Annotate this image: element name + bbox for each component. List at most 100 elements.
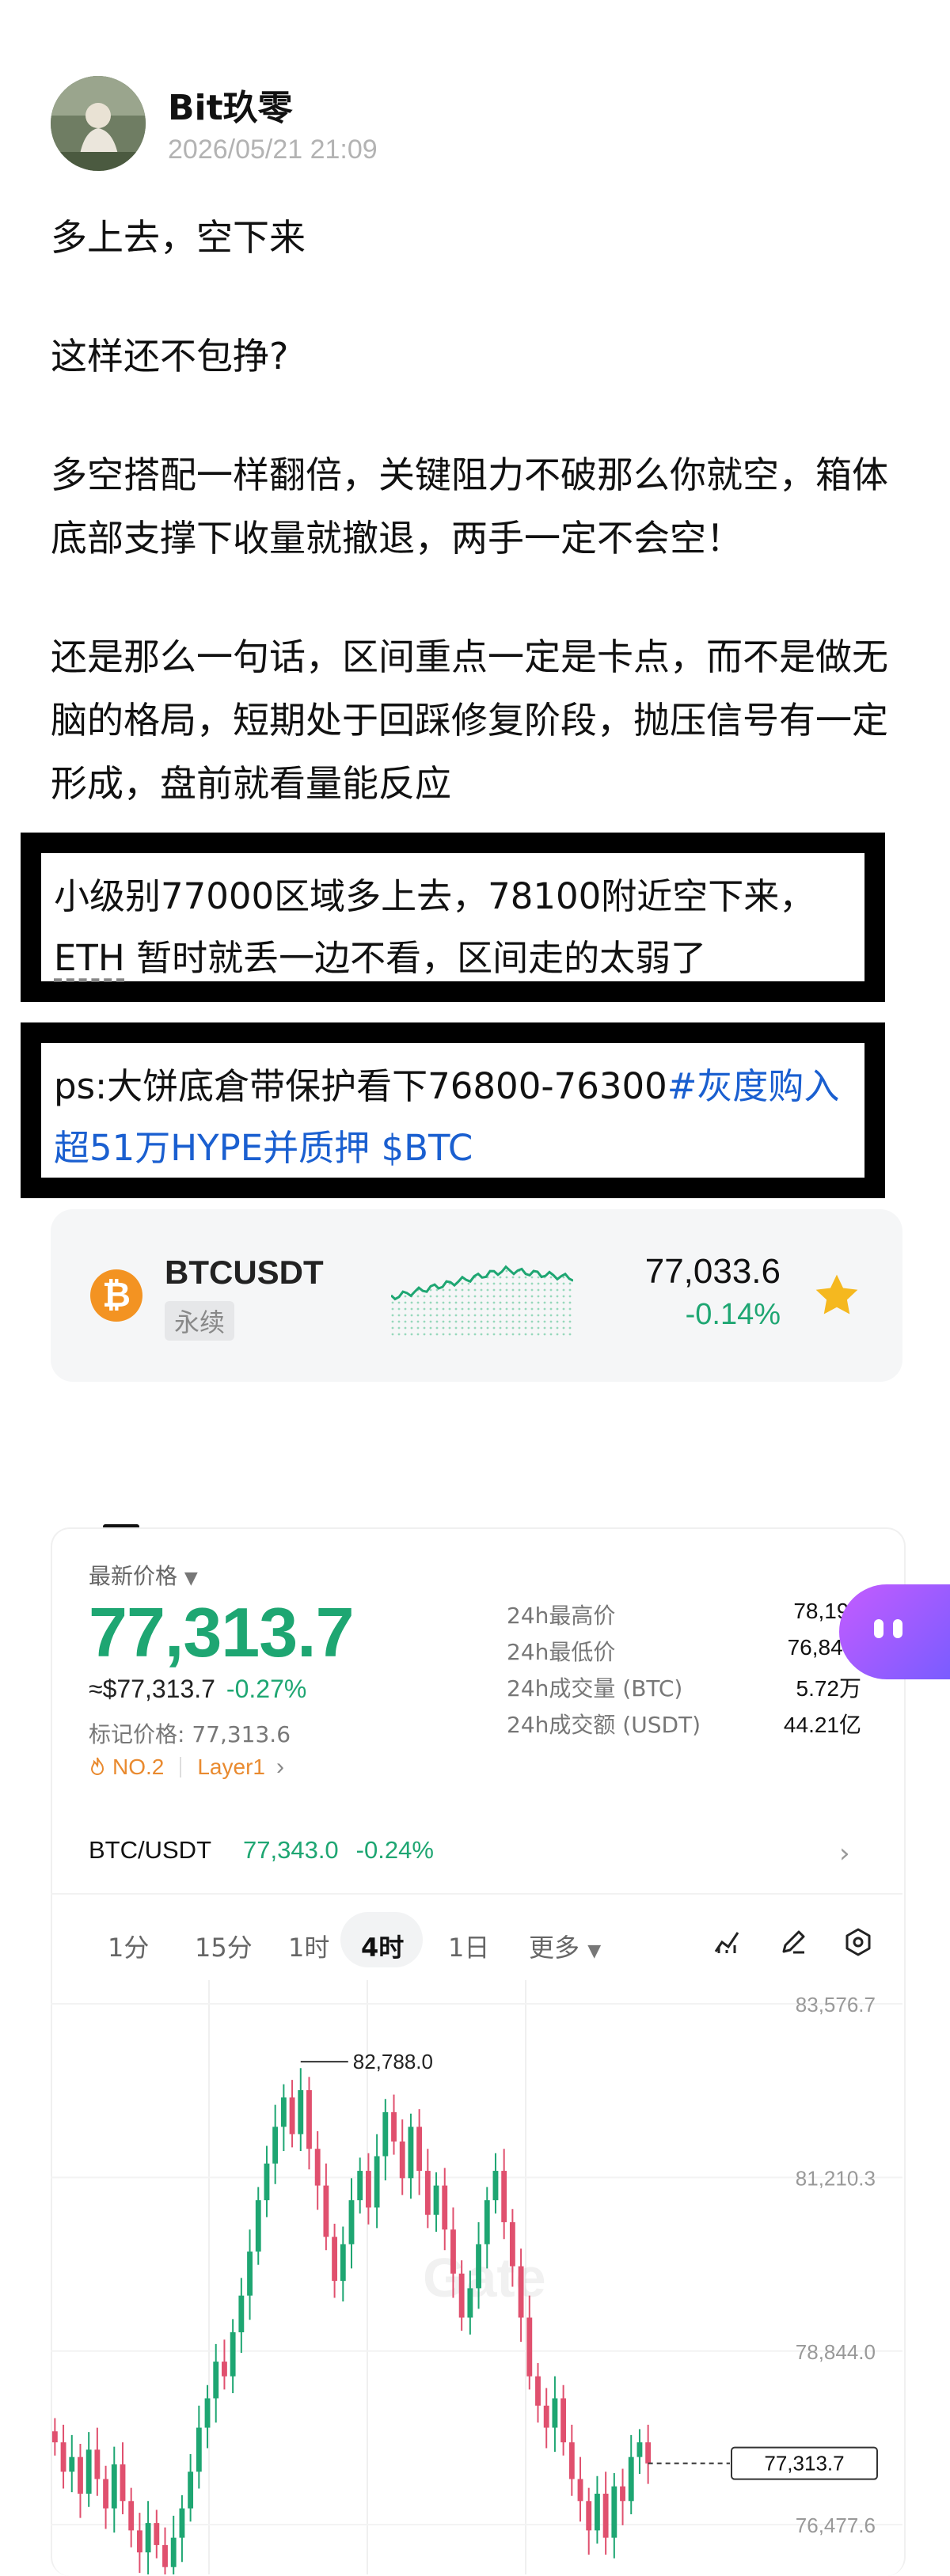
candle-body [543, 2405, 549, 2428]
candle-body [306, 2090, 312, 2149]
cashtag-link[interactable]: $BTC [370, 1127, 473, 1169]
candle-body [69, 2456, 75, 2472]
stat-label: 24h成交额 (USDT) [507, 1712, 701, 1738]
candle-body [230, 2332, 236, 2377]
candle-body [255, 2200, 261, 2252]
timeframe-tab-1d[interactable]: 1日 [448, 1928, 489, 1964]
pair-change: -0.24% [355, 1836, 434, 1864]
chevron-right-icon[interactable]: › [839, 1838, 850, 1869]
candle-body [51, 2431, 58, 2443]
usd-price: ≈$77,313.7 [89, 1675, 215, 1703]
timeframe-tab-1h[interactable]: 1时 [288, 1928, 329, 1964]
candle-body [467, 2288, 473, 2318]
eth-tag-link[interactable]: ETH [54, 937, 125, 979]
candle-body [154, 2523, 160, 2545]
timeframe-tab-1m[interactable]: 1分 [108, 1928, 149, 1964]
last-price: 77,313.7 [89, 1593, 355, 1671]
pair-name: BTC/USDT [89, 1836, 211, 1864]
candle-body [442, 2185, 448, 2230]
assistant-eye-icon [874, 1619, 884, 1638]
candle-body [162, 2544, 168, 2567]
candle-body [340, 2244, 346, 2282]
timeframe-tab-15m[interactable]: 15分 [195, 1928, 253, 1964]
candle-body [424, 2171, 431, 2215]
pair-row[interactable]: BTC/USDT 77,343.0 -0.24% [89, 1836, 434, 1865]
sector-label: Layer1 [197, 1755, 265, 1779]
candle-body [238, 2295, 245, 2333]
stat-value: 44.21亿 [783, 1713, 861, 1737]
stats-table: 24h最高价 78,194 24h最低价 76,849. 24h成交量 (BTC) 5… [507, 1599, 861, 1744]
candle-body [204, 2398, 211, 2428]
candle-body [196, 2427, 202, 2472]
stat-label: 24h最高价 [507, 1603, 616, 1629]
candle-body [568, 2442, 575, 2479]
candle-body [247, 2252, 253, 2296]
candlestick-chart[interactable]: Gate 83,576.7 81,210.3 78,844.0 76,477.6 82… [51, 1980, 902, 2574]
post-paragraph-2: 这样还不包挣? [51, 335, 289, 377]
timeframe-tab-4h[interactable]: 4时 [361, 1928, 404, 1964]
assistant-bubble-button[interactable] [839, 1584, 950, 1679]
candle-body [170, 2537, 177, 2567]
pair-price: 77,343.0 [243, 1836, 339, 1864]
candle-body [136, 2530, 142, 2553]
candle-body [526, 2317, 533, 2377]
candle-body [509, 2221, 515, 2267]
candle-body [620, 2486, 625, 2502]
candle-body [357, 2171, 363, 2201]
box2-prefix: ps:大饼底倉带保护看下76800-76300 [54, 1065, 667, 1107]
stat-label: 24h成交量 (BTC) [507, 1675, 683, 1702]
chart-toolbar: 1分 15分 1时 4时 1日 更多 ▼ [51, 1893, 902, 1982]
ticker-card[interactable]: ₿ BTCUSDT 永续 77,033.6 -0.14% [51, 1209, 902, 1382]
ticker-symbol: BTCUSDT [165, 1254, 324, 1291]
candle-body [476, 2244, 481, 2289]
post-paragraph-4: 还是那么一句话，区间重点一定是卡点，而不是做无脑的格局，短期处于回踩修复阶段，抛… [51, 635, 888, 805]
usd-price-row: ≈$77,313.7 -0.27% [89, 1675, 306, 1704]
candle-body [280, 2097, 287, 2127]
rank-row[interactable]: NO.2 Layer1 › [89, 1754, 284, 1781]
post: Bit玖零 2026/05/21 21:09 多上去，空下来 这样还不包挣? 多… [0, 0, 950, 2576]
candle-body [213, 2362, 219, 2399]
author-name[interactable]: Bit玖零 [168, 79, 293, 130]
ticker-sparkline [391, 1265, 573, 1336]
star-icon[interactable] [812, 1271, 861, 1320]
post-paragraph-3: 多空搭配一样翻倍，关键阻力不破那么你就空，箱体底部支撑下收量就撤退，两手一定不会… [51, 453, 888, 560]
candle-body [391, 2111, 397, 2142]
candle-body [314, 2149, 321, 2186]
candle-body [86, 2449, 92, 2494]
candle-body [289, 2097, 295, 2134]
flame-icon [90, 1757, 104, 1775]
box1-line1: 小级别77000区域多上去，78100附近空下来， [54, 875, 815, 917]
candle-body [416, 2126, 423, 2172]
indicator-icon[interactable] [711, 1926, 743, 1958]
timeframe-more-dropdown[interactable]: 更多 ▼ [529, 1928, 601, 1964]
draw-pen-icon[interactable] [777, 1926, 809, 1958]
post-paragraph-1: 多上去，空下来 [51, 216, 306, 259]
avatar[interactable] [51, 76, 146, 171]
candle-body [492, 2171, 499, 2201]
last-price-label[interactable]: 最新价格 ▼ [89, 1559, 198, 1591]
ticker-price: 77,033.6 [644, 1252, 781, 1291]
candle-body [111, 2464, 117, 2509]
candle-body [433, 2185, 439, 2215]
highlight-box-1-text: 小级别77000区域多上去，78100附近空下来， ETH 暂时就丢一边不看，区… [54, 866, 869, 989]
candle-body [382, 2111, 389, 2157]
ticker-change: -0.14% [685, 1298, 781, 1331]
stat-row: 24h成交额 (USDT) 44.21亿 [507, 1708, 861, 1744]
rank-divider [180, 1757, 182, 1777]
candle-body [586, 2501, 592, 2531]
settings-icon[interactable] [842, 1926, 874, 1958]
candle-body [594, 2494, 600, 2531]
candle-body [222, 2362, 227, 2377]
candle-body [408, 2126, 414, 2179]
caret-down-icon: ▼ [184, 1569, 198, 1588]
candle-body [94, 2449, 101, 2479]
candle-body [323, 2185, 329, 2237]
current-price-label: 77,313.7 [764, 2452, 844, 2475]
usd-change: -0.27% [226, 1675, 307, 1703]
bitcoin-icon: ₿ [90, 1269, 142, 1322]
avatar-image [51, 76, 146, 171]
candle-body [535, 2376, 541, 2406]
mark-price: 标记价格: 77,313.6 [89, 1721, 291, 1747]
chevron-right-icon: › [276, 1754, 284, 1780]
candle-body [120, 2464, 126, 2502]
